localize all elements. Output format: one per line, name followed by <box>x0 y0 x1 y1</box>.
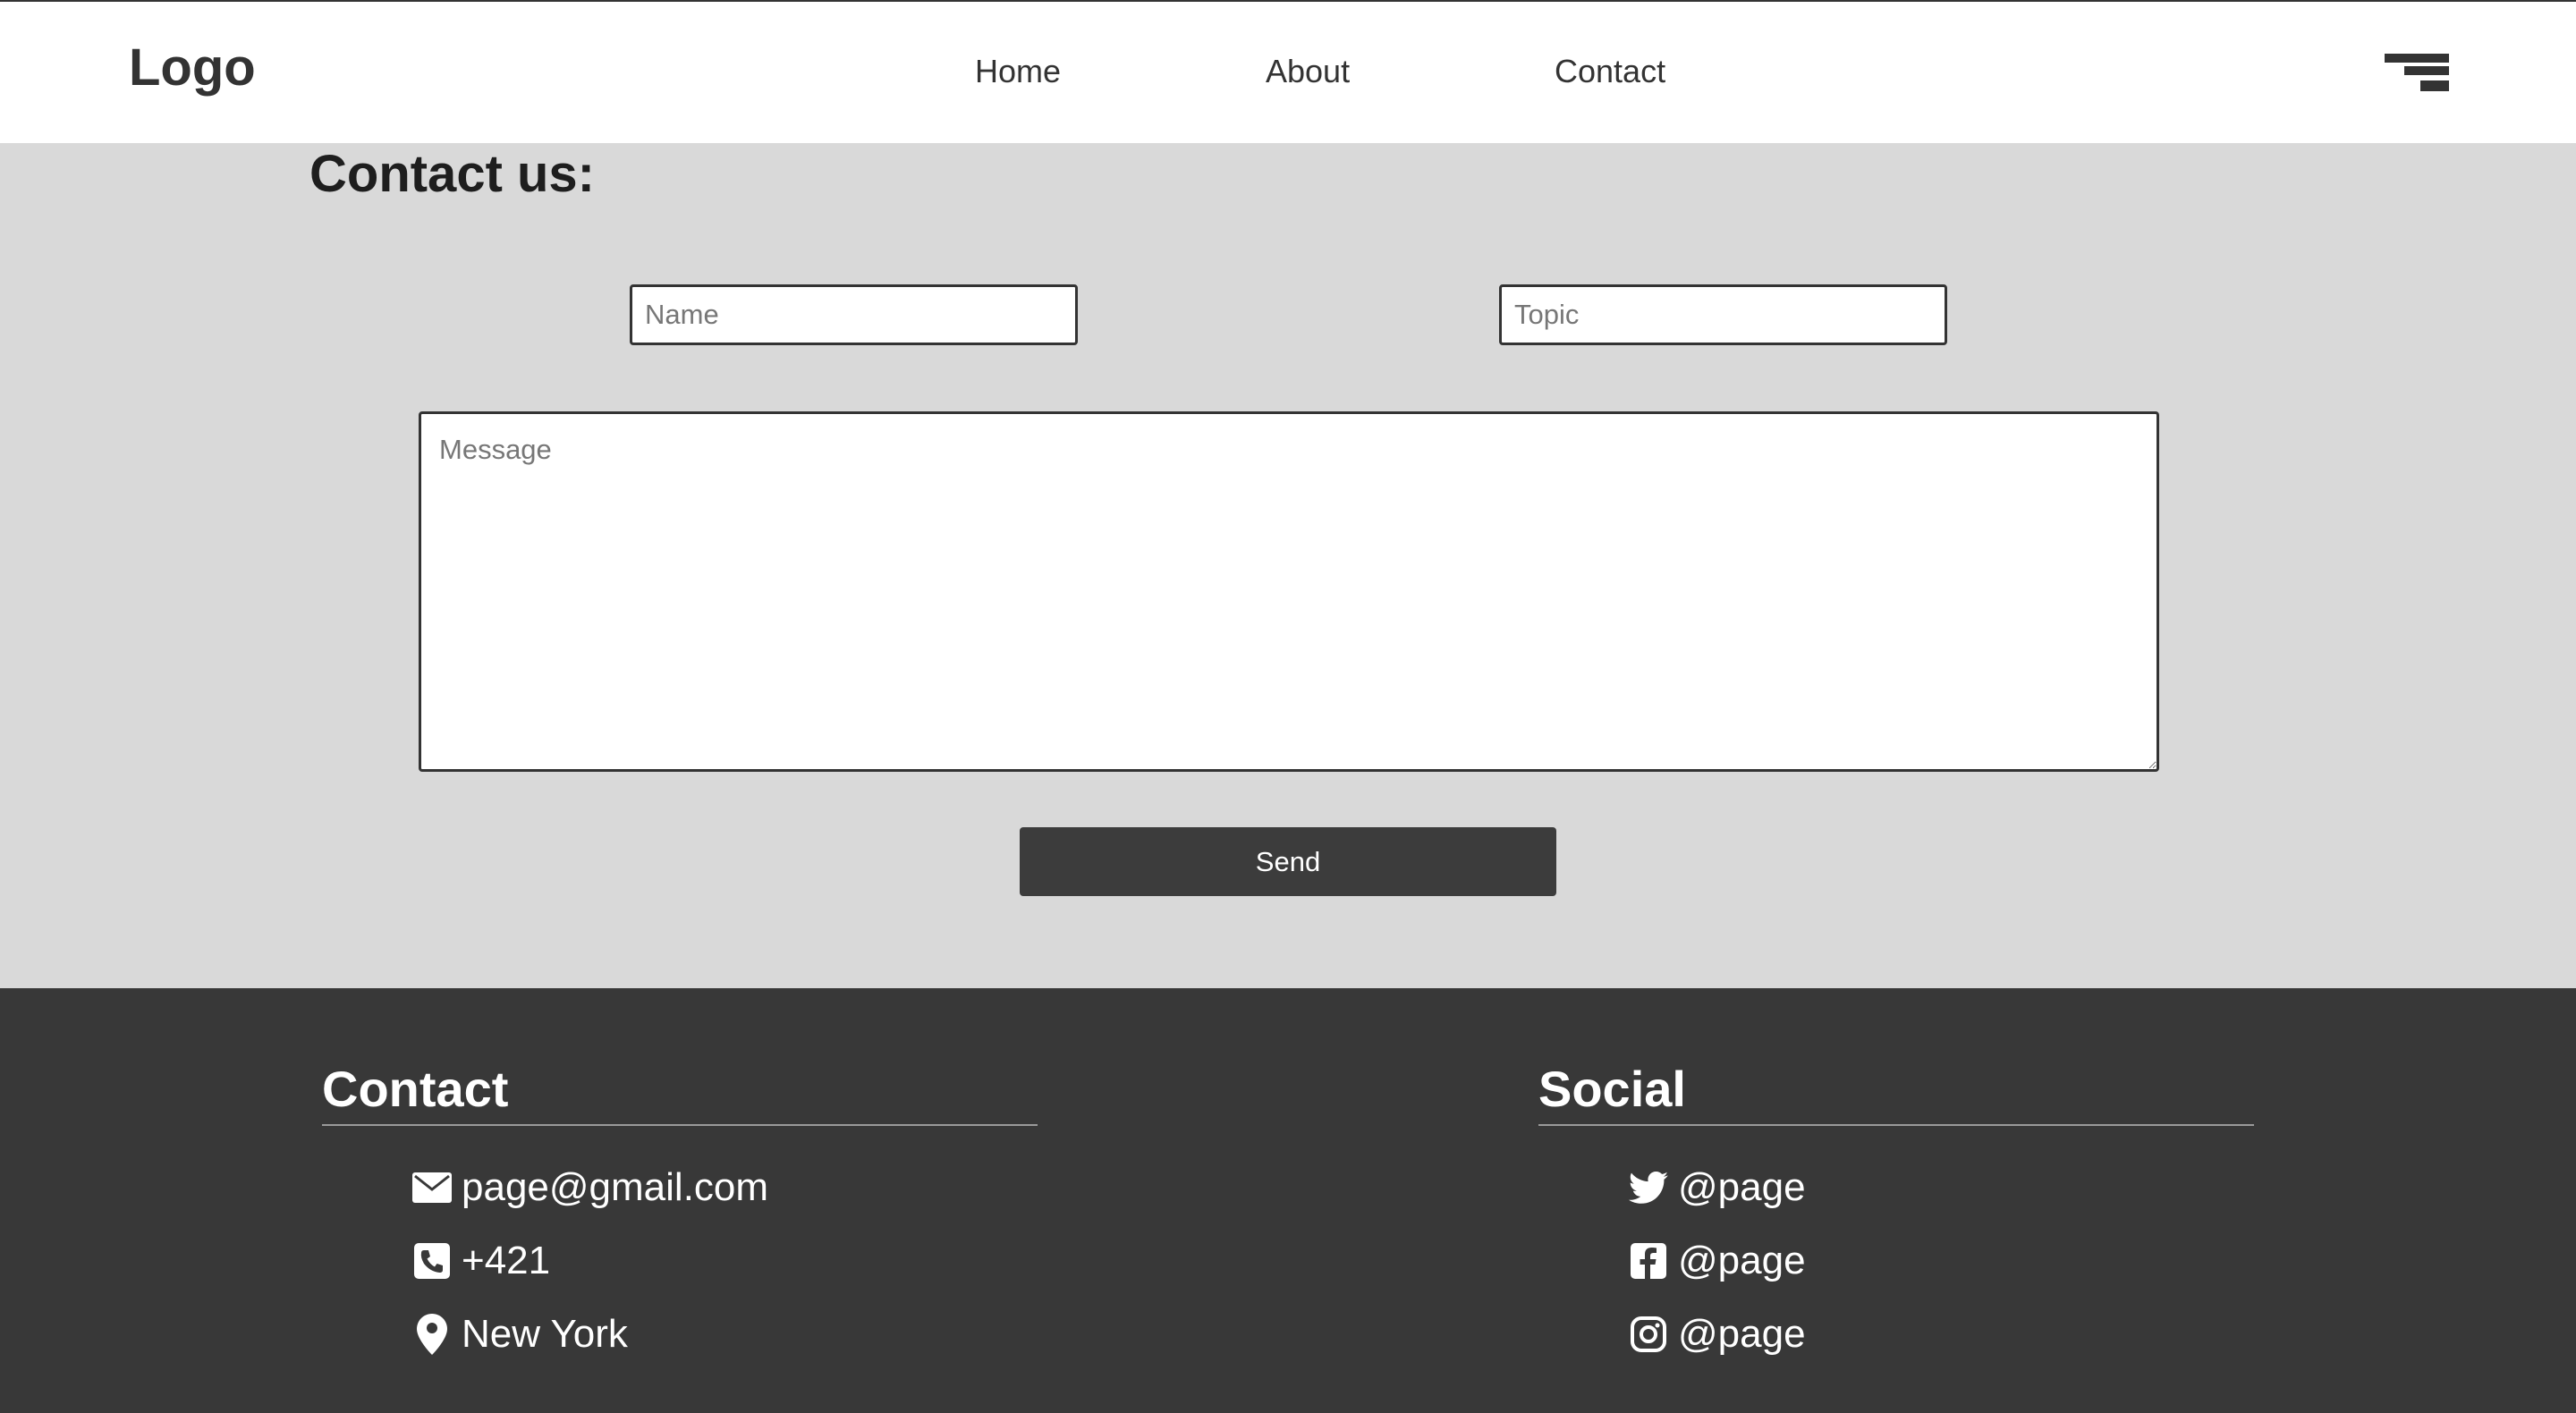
contact-item-email: page@gmail.com <box>411 1151 1038 1224</box>
hamburger-menu-icon[interactable] <box>2385 54 2449 97</box>
twitter-handle[interactable]: @page <box>1678 1165 1806 1210</box>
social-item-twitter[interactable]: @page <box>1628 1151 2254 1224</box>
instagram-icon <box>1628 1314 1669 1355</box>
phone-link[interactable]: +421 <box>462 1239 550 1283</box>
nav-link-home[interactable]: Home <box>975 55 1061 88</box>
page-title: Contact us: <box>309 145 595 203</box>
envelope-icon <box>411 1167 453 1208</box>
facebook-icon <box>1628 1240 1669 1282</box>
send-button[interactable]: Send <box>1020 827 1556 896</box>
contact-item-phone: +421 <box>411 1224 1038 1298</box>
phone-icon <box>411 1240 453 1282</box>
topic-input[interactable] <box>1499 284 1947 345</box>
site-footer: Contact page@gmail.com +421 New York Soc… <box>0 988 2576 1413</box>
message-textarea[interactable] <box>419 411 2159 772</box>
nav-link-about[interactable]: About <box>1266 55 1350 88</box>
nav-link-contact[interactable]: Contact <box>1555 55 1665 88</box>
facebook-handle[interactable]: @page <box>1678 1239 1806 1283</box>
contact-list: page@gmail.com +421 New York <box>322 1151 1038 1371</box>
footer-contact-heading: Contact <box>322 1062 1038 1126</box>
site-header: Logo Home About Contact <box>0 0 2576 143</box>
footer-social-heading: Social <box>1538 1062 2254 1126</box>
social-item-instagram[interactable]: @page <box>1628 1298 2254 1371</box>
name-input[interactable] <box>630 284 1078 345</box>
logo[interactable]: Logo <box>129 42 256 94</box>
email-link[interactable]: page@gmail.com <box>462 1165 768 1210</box>
social-item-facebook[interactable]: @page <box>1628 1224 2254 1298</box>
instagram-handle[interactable]: @page <box>1678 1312 1806 1357</box>
twitter-icon <box>1628 1167 1669 1208</box>
footer-contact-section: Contact page@gmail.com +421 New York <box>322 1062 1038 1371</box>
social-list: @page @page @page <box>1538 1151 2254 1371</box>
contact-item-location: New York <box>411 1298 1038 1371</box>
footer-social-section: Social @page @page @page <box>1538 1062 2254 1371</box>
map-pin-icon <box>411 1313 453 1355</box>
location-text: New York <box>462 1311 628 1356</box>
